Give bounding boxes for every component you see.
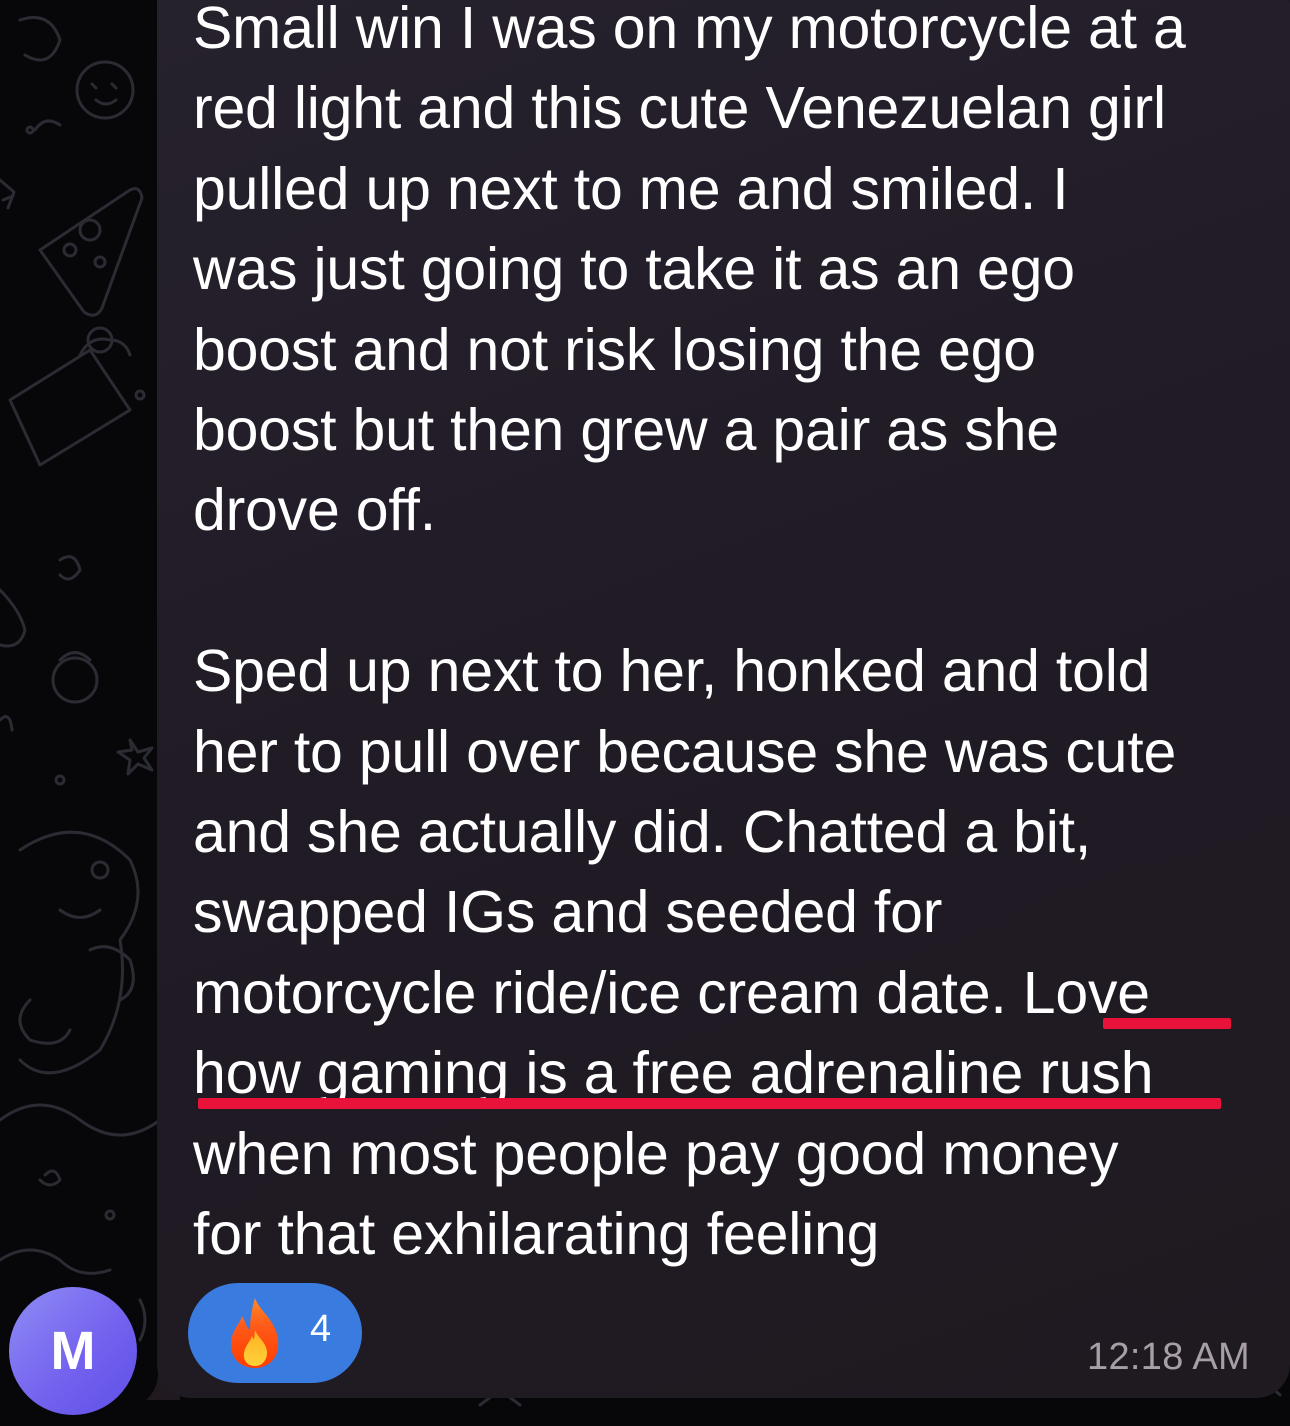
fire-icon	[230, 1298, 279, 1368]
annotation-underline	[198, 1098, 1221, 1109]
reaction-count: 4	[310, 1307, 332, 1350]
annotation-underline	[1103, 1018, 1231, 1029]
avatar-initial: M	[50, 1321, 96, 1381]
sender-avatar[interactable]: M	[9, 1287, 137, 1415]
message-text: Small win I was on my motorcycle at a re…	[193, 0, 1273, 1275]
message-timestamp: 12:18 AM	[1087, 1336, 1250, 1378]
message-paragraph-2: Sped up next to her, honked and told her…	[193, 638, 1177, 1268]
message-paragraph-1: Small win I was on my motorcycle at a re…	[193, 0, 1186, 544]
reaction-pill[interactable]: 4	[188, 1283, 362, 1383]
chat-background: Small win I was on my motorcycle at a re…	[0, 0, 1290, 1426]
